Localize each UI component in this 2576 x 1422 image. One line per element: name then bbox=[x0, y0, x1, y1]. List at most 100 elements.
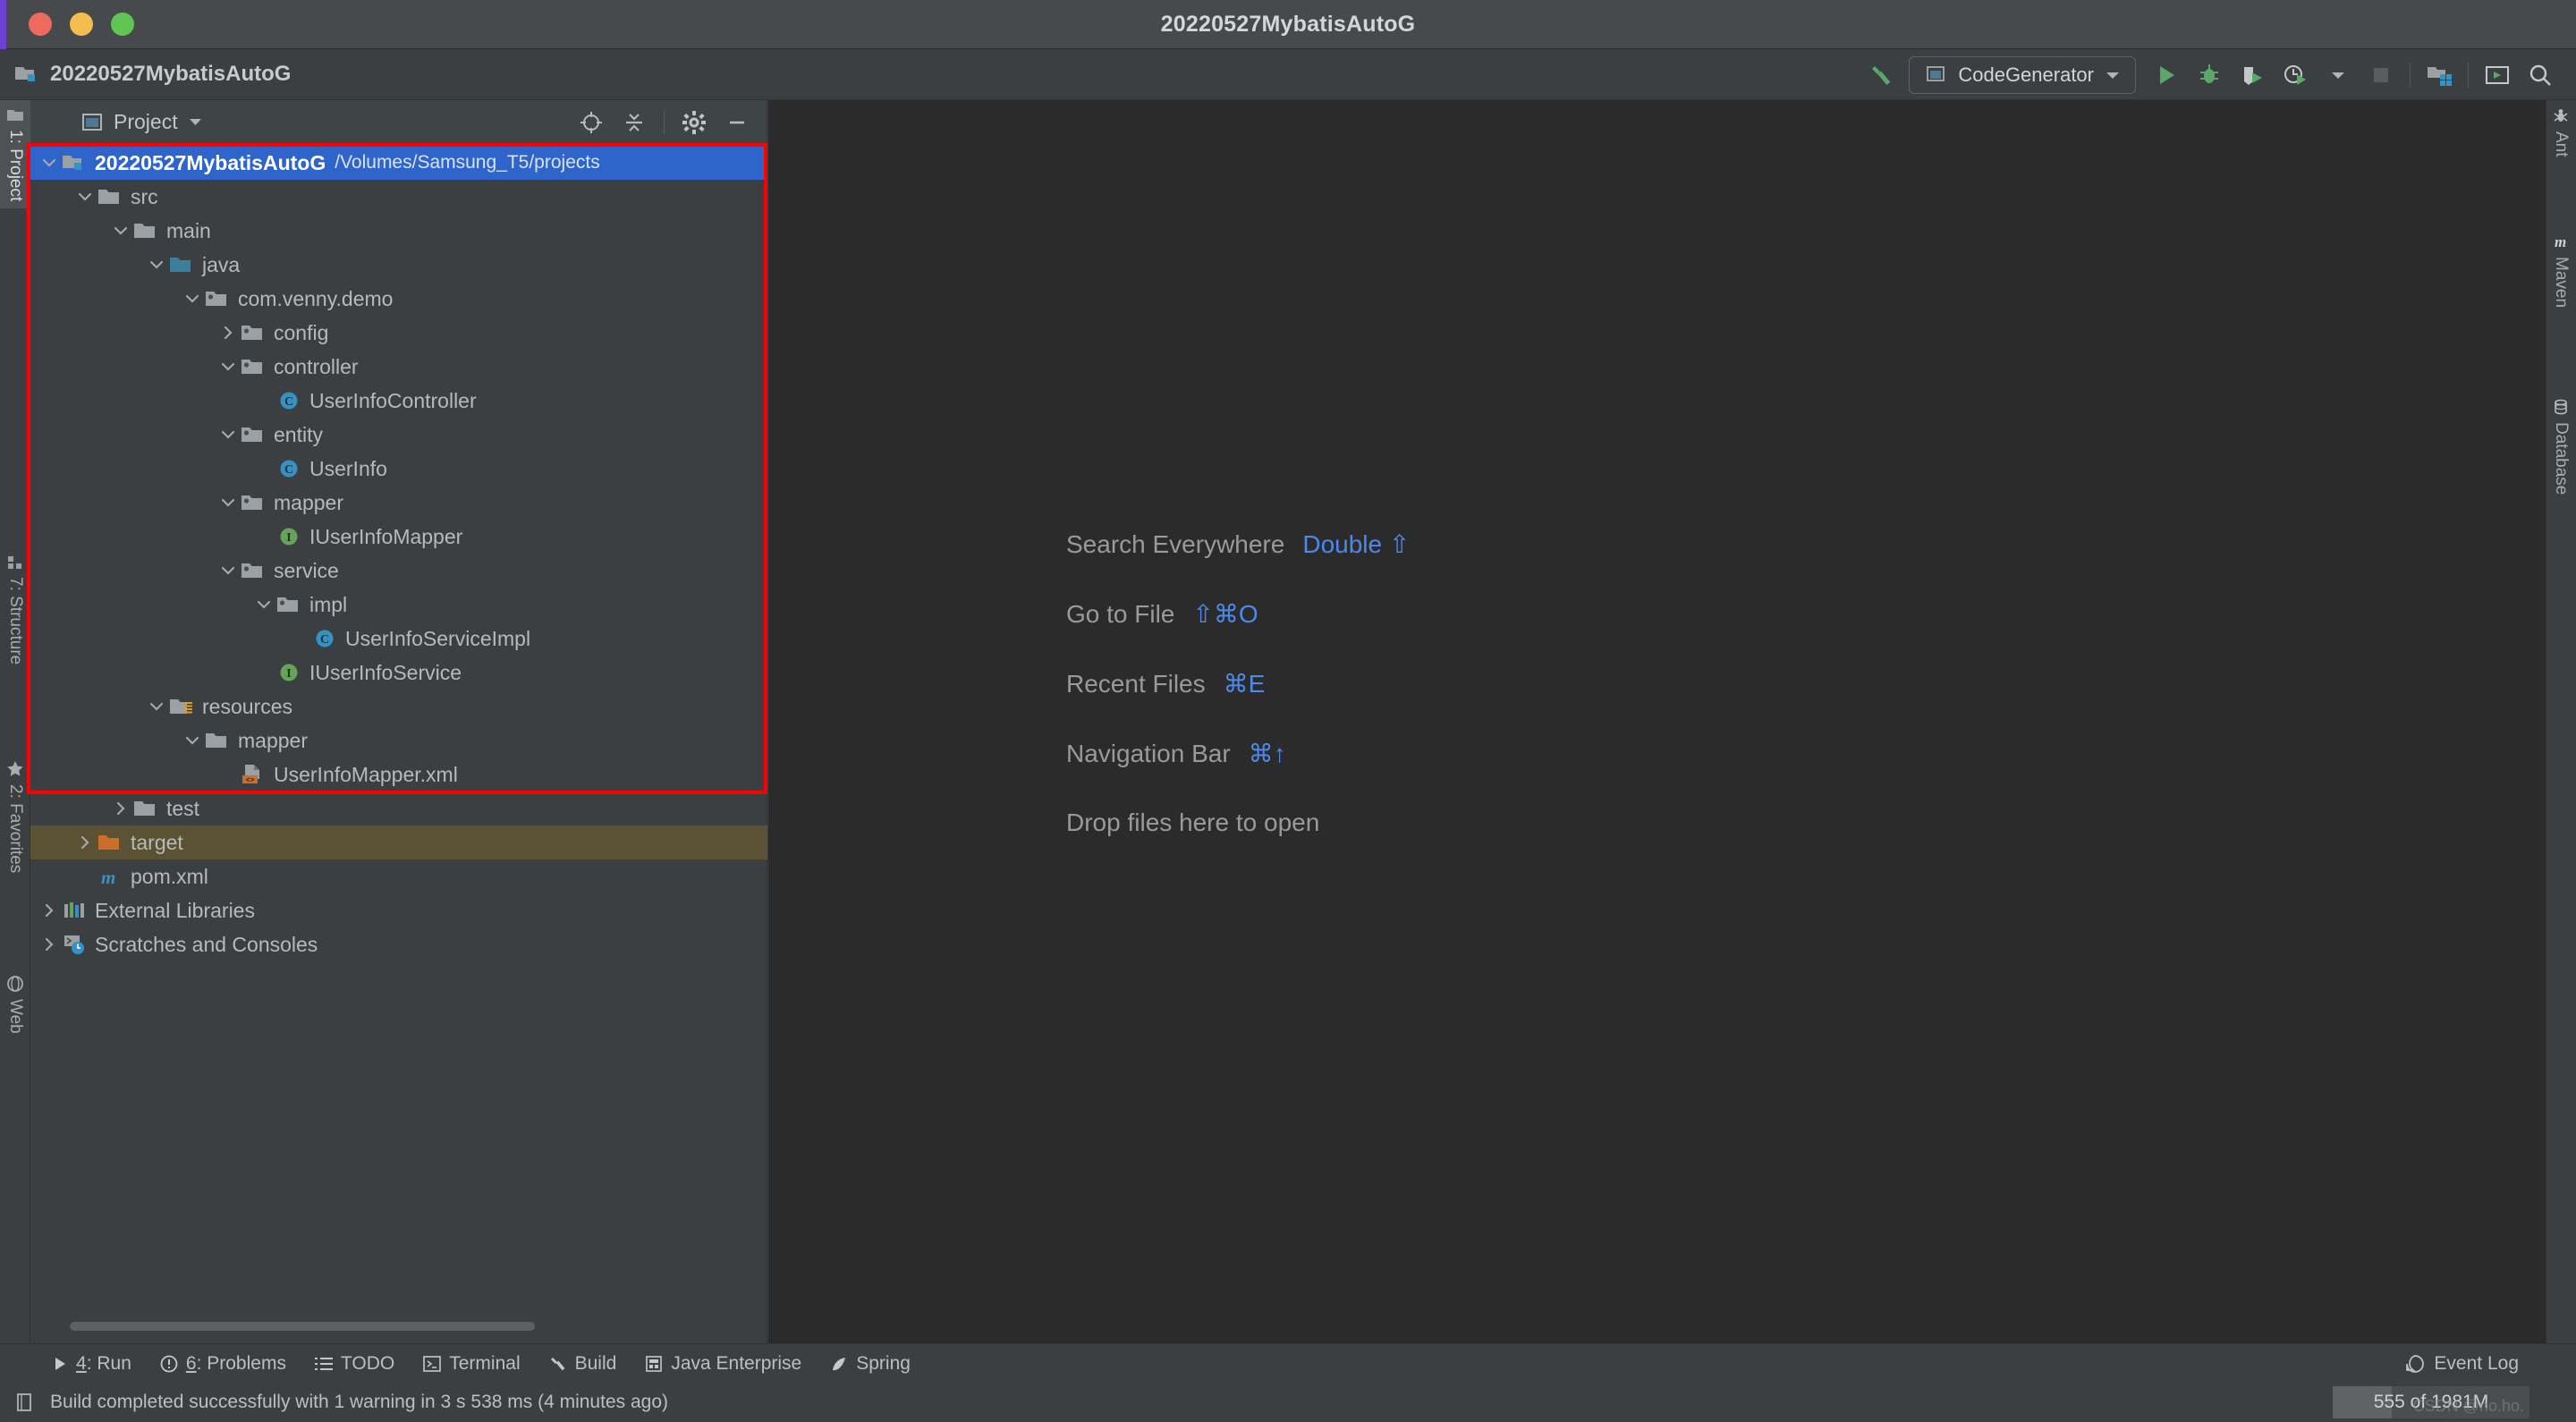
profiler-dropdown[interactable] bbox=[2317, 54, 2360, 97]
tree-node-src[interactable]: src bbox=[30, 180, 767, 214]
chevron-down-icon[interactable] bbox=[216, 559, 240, 582]
tree-node-iuserinfoservice[interactable]: I IUserInfoService bbox=[30, 656, 767, 690]
bottom-tab-spring[interactable]: Spring bbox=[830, 1353, 911, 1375]
run-configuration-selector[interactable]: CodeGenerator bbox=[1909, 55, 2136, 94]
chevron-down-icon[interactable] bbox=[2105, 70, 2121, 80]
bottom-tab-build[interactable]: Build bbox=[549, 1353, 616, 1375]
bottom-tab-terminal[interactable]: Terminal bbox=[423, 1352, 521, 1375]
event-log-button[interactable]: Event Log bbox=[2405, 1353, 2519, 1375]
scroll-from-source-icon[interactable] bbox=[576, 107, 606, 138]
chevron-right-icon[interactable] bbox=[38, 933, 61, 956]
shortcut-keys: ⌘E bbox=[1223, 670, 1266, 698]
tree-node-service[interactable]: service bbox=[30, 554, 767, 588]
shortcut-hint-row[interactable]: Drop files here to open bbox=[1066, 808, 1410, 878]
project-panel-header: Project bbox=[30, 100, 767, 145]
tree-node-external-libraries[interactable]: External Libraries bbox=[30, 893, 767, 927]
shortcut-hint-row[interactable]: Search Everywhere Double ⇧ bbox=[1066, 529, 1410, 599]
sidebar-item-structure[interactable]: 7: Structure bbox=[0, 547, 30, 672]
chevron-down-icon[interactable] bbox=[109, 219, 132, 242]
collapse-all-icon[interactable] bbox=[619, 107, 649, 138]
chevron-down-icon[interactable] bbox=[145, 253, 168, 276]
java-enterprise-icon bbox=[645, 1355, 663, 1373]
sidebar-item-database[interactable]: Database bbox=[2546, 391, 2576, 502]
chevron-right-icon[interactable] bbox=[216, 321, 240, 344]
watermark-text: CSDN @no.ho. bbox=[2412, 1397, 2524, 1415]
shortcut-hint-row[interactable]: Recent Files ⌘E bbox=[1066, 669, 1410, 739]
bottom-tab-java-enterprise[interactable]: Java Enterprise bbox=[645, 1353, 801, 1375]
shortcut-hint-row[interactable]: Go to File ⇧⌘O bbox=[1066, 599, 1410, 669]
settings-gear-icon[interactable] bbox=[679, 107, 709, 138]
project-panel-tools bbox=[576, 107, 752, 138]
chevron-right-icon[interactable] bbox=[38, 899, 61, 922]
sidebar-item-maven[interactable]: m Maven bbox=[2546, 225, 2576, 315]
tree-node-mapper[interactable]: mapper bbox=[30, 486, 767, 520]
tree-node-userinfo[interactable]: C UserInfo bbox=[30, 452, 767, 486]
tree-node-label: IUserInfoMapper bbox=[309, 524, 463, 548]
tree-node-main[interactable]: main bbox=[30, 214, 767, 248]
chevron-down-icon[interactable] bbox=[252, 593, 275, 616]
stop-button[interactable] bbox=[2360, 54, 2402, 97]
tree-node-entity[interactable]: entity bbox=[30, 418, 767, 452]
tree-node-20220527mybatisautog[interactable]: 20220527MybatisAutoG/Volumes/Samsung_T5/… bbox=[30, 146, 767, 180]
hammer-build-icon[interactable] bbox=[1860, 54, 1903, 97]
tree-node-controller[interactable]: controller bbox=[30, 350, 767, 384]
tree-node-iuserinfomapper[interactable]: I IUserInfoMapper bbox=[30, 520, 767, 554]
toolbar-actions: CodeGenerator bbox=[1860, 49, 2562, 100]
project-structure-button[interactable] bbox=[2418, 54, 2461, 97]
tree-node-com-venny-demo[interactable]: com.venny.demo bbox=[30, 282, 767, 316]
warning-circle-icon bbox=[160, 1355, 178, 1373]
chevron-down-icon[interactable] bbox=[188, 117, 203, 127]
run-button[interactable] bbox=[2145, 54, 2188, 97]
java-interface-icon: I bbox=[275, 660, 302, 685]
project-tree[interactable]: 20220527MybatisAutoG/Volumes/Samsung_T5/… bbox=[30, 146, 767, 1308]
toolbar-project-label[interactable]: 20220527MybatisAutoG bbox=[14, 62, 291, 87]
hide-panel-icon[interactable] bbox=[722, 107, 752, 138]
chevron-down-icon[interactable] bbox=[181, 287, 204, 310]
bottom-tab-todo[interactable]: TODO bbox=[314, 1353, 394, 1375]
tree-node-impl[interactable]: impl bbox=[30, 588, 767, 622]
tree-node-label: target bbox=[131, 830, 183, 854]
run-with-coverage-button[interactable] bbox=[2231, 54, 2274, 97]
sidebar-item-project[interactable]: 1: Project bbox=[0, 100, 30, 209]
tree-node-label: External Libraries bbox=[95, 898, 255, 922]
project-tree-hscrollbar[interactable] bbox=[70, 1322, 535, 1331]
search-icon[interactable] bbox=[2519, 54, 2562, 97]
tree-node-pom-xml[interactable]: m pom.xml bbox=[30, 859, 767, 893]
spring-leaf-icon bbox=[830, 1355, 848, 1373]
select-target-button[interactable] bbox=[2476, 54, 2519, 97]
tree-node-userinfocontroller[interactable]: C UserInfoController bbox=[30, 384, 767, 418]
tree-node-label: mapper bbox=[238, 728, 308, 752]
tree-node-userinfoserviceimpl[interactable]: C UserInfoServiceImpl bbox=[30, 622, 767, 656]
run-config-label: CodeGenerator bbox=[1958, 63, 2094, 86]
tree-node-java[interactable]: java bbox=[30, 248, 767, 282]
tree-node-target[interactable]: target bbox=[30, 825, 767, 859]
tree-node-userinfomapper-xml[interactable]: <> UserInfoMapper.xml bbox=[30, 758, 767, 791]
folder-icon bbox=[132, 218, 159, 243]
project-view-selector[interactable]: Project bbox=[80, 110, 203, 134]
debug-button[interactable] bbox=[2188, 54, 2231, 97]
chevron-down-icon[interactable] bbox=[73, 185, 97, 208]
tree-node-scratches-and-consoles[interactable]: Scratches and Consoles bbox=[30, 927, 767, 961]
tree-node-test[interactable]: test bbox=[30, 791, 767, 825]
profiler-button[interactable] bbox=[2274, 54, 2317, 97]
bottom-tab-6-problems[interactable]: 6: Problems bbox=[160, 1353, 286, 1375]
tree-node-resources[interactable]: resources bbox=[30, 690, 767, 724]
chevron-right-icon[interactable] bbox=[73, 831, 97, 854]
sidebar-item-ant[interactable]: Ant bbox=[2546, 100, 2576, 165]
tree-node-config[interactable]: config bbox=[30, 316, 767, 350]
bottom-tab-label: Terminal bbox=[449, 1352, 521, 1374]
hammer-build-icon bbox=[549, 1355, 567, 1373]
chevron-down-icon[interactable] bbox=[216, 491, 240, 514]
chevron-down-icon[interactable] bbox=[38, 151, 61, 174]
chevron-down-icon[interactable] bbox=[181, 729, 204, 752]
bottom-tab-4-run[interactable]: 4: Run bbox=[52, 1353, 131, 1375]
chevron-down-icon[interactable] bbox=[216, 355, 240, 378]
sidebar-item-web[interactable]: Web bbox=[0, 968, 30, 1041]
shortcut-keys: ⇧⌘O bbox=[1192, 600, 1258, 628]
tree-node-mapper[interactable]: mapper bbox=[30, 724, 767, 758]
shortcut-hint-row[interactable]: Navigation Bar ⌘↑ bbox=[1066, 739, 1410, 808]
chevron-down-icon[interactable] bbox=[145, 695, 168, 718]
sidebar-item-favorites[interactable]: 2: Favorites bbox=[0, 753, 30, 880]
chevron-down-icon[interactable] bbox=[216, 423, 240, 446]
chevron-right-icon[interactable] bbox=[109, 797, 132, 820]
